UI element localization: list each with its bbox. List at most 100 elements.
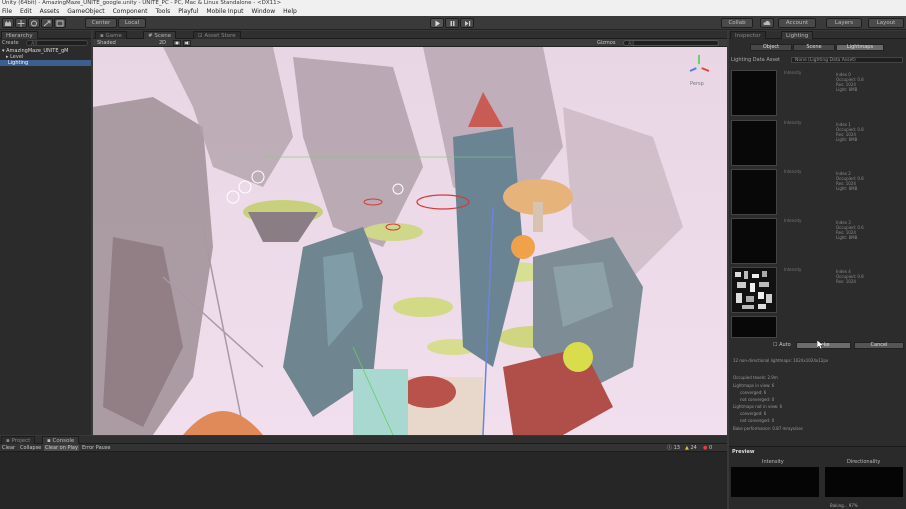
account-dropdown[interactable]: Account <box>778 18 816 28</box>
preview-col-directionality: Directionality <box>847 459 881 465</box>
create-dropdown[interactable]: Create <box>2 40 19 46</box>
lightmap-info: Index 4 Occupied: 0.8 Res: 1024 <box>836 269 864 284</box>
stats-line: Bake performance: 0.87 mrays/sec <box>733 426 804 431</box>
menu-mobile-input[interactable]: Mobile Input <box>206 7 243 16</box>
menu-edit[interactable]: Edit <box>20 7 32 16</box>
lightmap-info: Index 2 Occupied: 0.8 Res: 1024 Light: 8… <box>836 171 864 191</box>
menu-file[interactable]: File <box>2 7 12 16</box>
error-pause-toggle[interactable]: Error Pause <box>82 445 110 451</box>
menu-assets[interactable]: Assets <box>40 7 60 16</box>
menu-playful[interactable]: Playful <box>178 7 198 16</box>
hierarchy-search-input[interactable]: All <box>26 40 88 47</box>
warning-count-toggle[interactable]: ▲ 24 <box>685 445 697 451</box>
rotate-tool-button[interactable] <box>28 18 40 28</box>
window-title: Unity (64bit) - AmazingMaze_UNITE_google… <box>0 0 906 7</box>
rect-tool-button[interactable] <box>54 18 66 28</box>
scene-toolbar: Shaded 2D Gizmos All <box>93 39 727 47</box>
tab-console[interactable]: ▪ Console <box>42 436 80 444</box>
subtab-scene[interactable]: Scene <box>793 44 835 51</box>
subtab-lightmaps[interactable]: Lightmaps <box>836 44 884 51</box>
tab-lighting[interactable]: Lighting <box>781 31 814 39</box>
menu-bar: File Edit Assets GameObject Component To… <box>0 7 906 16</box>
menu-help[interactable]: Help <box>283 7 297 16</box>
audio-toggle[interactable] <box>183 40 191 46</box>
tab-hierarchy[interactable]: Hierarchy <box>1 31 38 39</box>
lightmap-label: Intensity <box>784 70 802 75</box>
stats-line: 12 non-directional lightmaps: 1024x1024x… <box>733 358 829 363</box>
lightmap-info: Index 0 Occupied: 0.8 Res: 1024 Light: 8… <box>836 72 864 92</box>
lightmap-label: Intensity <box>784 267 802 272</box>
move-tool-button[interactable] <box>15 18 27 28</box>
stats-line: not converged: 0 <box>740 397 775 402</box>
move-icon <box>17 20 25 27</box>
error-count-toggle[interactable]: ● 0 <box>703 445 712 451</box>
pause-button[interactable] <box>445 18 459 28</box>
lightmap-label: Intensity <box>784 218 802 223</box>
speaker-icon <box>185 41 188 45</box>
hand-tool-button[interactable] <box>2 18 14 28</box>
step-icon <box>464 21 470 26</box>
pivot-center-toggle[interactable]: Center <box>85 18 117 28</box>
shading-mode-dropdown[interactable]: Shaded <box>97 40 116 46</box>
menu-component[interactable]: Component <box>113 7 148 16</box>
preview-section: Preview Intensity Directionality <box>729 446 906 509</box>
lightmap-thumbnail[interactable] <box>731 316 777 338</box>
preview-title: Preview <box>732 449 755 455</box>
lightmap-info: Index 1 Occupied: 0.8 Res: 1024 Light: 8… <box>836 122 864 142</box>
collab-button[interactable]: Collab <box>721 18 753 28</box>
lightmap-thumbnail[interactable] <box>731 70 777 116</box>
cloud-button[interactable] <box>760 18 774 28</box>
console-toolbar: Clear Collapse Clear on Play Error Pause… <box>0 444 727 452</box>
stats-line: converged: 6 <box>740 390 767 395</box>
layers-dropdown[interactable]: Layers <box>826 18 862 28</box>
menu-tools[interactable]: Tools <box>155 7 170 16</box>
clear-button[interactable]: Clear <box>2 445 15 451</box>
clear-on-play-toggle[interactable]: Clear on Play <box>44 445 79 451</box>
scene-viewport[interactable]: Persp <box>93 47 727 435</box>
tab-scene[interactable]: # Scene <box>143 31 177 39</box>
step-button[interactable] <box>460 18 474 28</box>
mode-2d-toggle[interactable]: 2D <box>159 40 166 46</box>
auto-toggle[interactable]: ☐ Auto <box>773 342 791 348</box>
persp-label[interactable]: Persp <box>690 81 704 87</box>
warning-icon: ▲ <box>685 445 689 451</box>
lightmap-thumbnail-baked[interactable] <box>731 267 777 313</box>
lightmap-thumbnail[interactable] <box>731 218 777 264</box>
layout-dropdown[interactable]: Layout <box>868 18 904 28</box>
tab-asset-store[interactable]: ⊡ Asset Store <box>193 31 241 39</box>
lightmap-label: Intensity <box>784 120 802 125</box>
scene-search-input[interactable]: All <box>623 40 719 47</box>
hierarchy-item-lighting[interactable]: Lighting <box>0 60 91 66</box>
info-count-toggle[interactable]: ⓘ 13 <box>667 445 680 451</box>
lightmap-texture <box>732 268 776 312</box>
cloud-icon <box>763 20 771 25</box>
pivot-local-toggle[interactable]: Local <box>118 18 146 28</box>
menu-window[interactable]: Window <box>251 7 275 16</box>
info-icon: ⓘ <box>667 445 673 451</box>
play-button[interactable] <box>430 18 444 28</box>
preview-directionality-image <box>825 467 903 497</box>
rotate-icon <box>31 20 37 27</box>
stats-line: Occupied texels: 2.9m <box>733 375 778 380</box>
scale-tool-button[interactable] <box>41 18 53 28</box>
stats-line: Lightmaps not in view: 6 <box>733 404 783 409</box>
lightmap-label: Intensity <box>784 169 802 174</box>
subtab-object[interactable]: Object <box>750 44 792 51</box>
gizmos-dropdown[interactable]: Gizmos <box>597 40 615 46</box>
lighting-data-field[interactable]: None (Lighting Data Asset) <box>791 57 903 63</box>
tab-inspector[interactable]: Inspector <box>730 31 766 39</box>
lightmap-thumbnail[interactable] <box>731 169 777 215</box>
cancel-button[interactable]: Cancel <box>854 342 904 349</box>
menu-gameobject[interactable]: GameObject <box>67 7 104 16</box>
tab-project[interactable]: ▪ Project <box>1 436 36 444</box>
search-placeholder: All <box>31 41 38 47</box>
tab-game[interactable]: ▪ Game <box>95 31 127 39</box>
bake-status-text: Baking... 97% <box>830 503 858 508</box>
scene-render <box>93 47 727 435</box>
info-count: 13 <box>673 445 680 451</box>
error-icon: ● <box>703 445 708 451</box>
collapse-button[interactable]: Collapse <box>20 445 41 451</box>
light-toggle[interactable] <box>173 40 181 46</box>
lightmap-thumbnail[interactable] <box>731 120 777 166</box>
play-icon <box>435 20 440 27</box>
